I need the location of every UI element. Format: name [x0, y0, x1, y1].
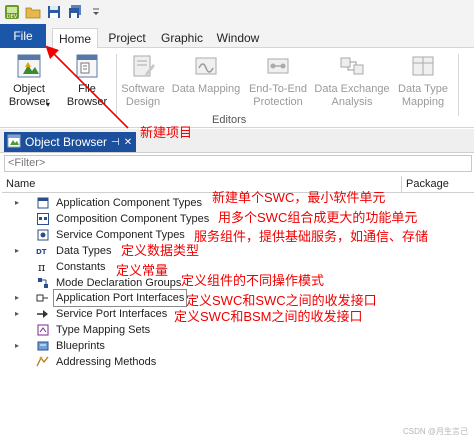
save-all-icon[interactable] — [67, 4, 83, 20]
tab-file[interactable]: File — [0, 24, 46, 48]
tree-item-label: Data Types — [56, 244, 112, 257]
customize-dropdown-icon[interactable] — [88, 4, 104, 20]
tree-item-label: Type Mapping Sets — [56, 324, 151, 337]
app-logo-icon: DEV — [4, 4, 20, 20]
annotation-modes: 定义组件的不同操作模式 — [181, 273, 325, 288]
annotation-swc: 新建单个SWC，最小软件单元 — [212, 190, 386, 205]
expand-arrow-icon[interactable]: ▸ — [15, 338, 19, 354]
tree-item-label: Composition Component Types — [56, 212, 210, 225]
object-browser-panel-icon — [7, 134, 21, 151]
tree-item-label: Service Component Types — [56, 228, 185, 241]
quick-access-toolbar: DEV — [0, 0, 474, 24]
watermark: CSDN @月生言己 — [402, 427, 468, 436]
annotation-app-ports: 定义SWC和SWC之间的收发接口 — [186, 293, 377, 308]
software-design-label: Software Design — [121, 83, 165, 108]
tree-item-label: Blueprints — [56, 340, 105, 353]
data-mapping-label: Data Mapping — [171, 83, 241, 95]
tab-graphic[interactable]: Graphic — [158, 28, 206, 48]
service-port-icon — [36, 308, 49, 320]
annotation-data-types: 定义数据类型 — [121, 243, 200, 258]
close-icon[interactable]: ✕ — [124, 137, 132, 148]
svg-text:DEV: DEV — [7, 14, 18, 20]
annotation-service-ports: 定义SWC和BSM之间的收发接口 — [174, 309, 363, 324]
data-exchange-analysis-button[interactable]: Data Exchange Analysis — [314, 52, 390, 109]
filter-input[interactable]: <Filter> — [4, 155, 472, 172]
ribbon-separator — [116, 54, 117, 116]
data-type-mapping-button[interactable]: Data Type Mapping — [394, 52, 452, 109]
pin-icon[interactable]: ⊣ — [111, 137, 120, 148]
tree-item[interactable]: Addressing Methods — [0, 354, 474, 370]
open-folder-icon[interactable] — [25, 4, 41, 20]
app-component-icon — [36, 197, 49, 209]
ribbon-home: Object Browser ▾ File Browser Software D… — [0, 48, 474, 128]
expand-arrow-icon[interactable]: ▸ — [15, 290, 19, 306]
object-browser-panel-tab[interactable]: Object Browser ⊣ ✕ — [4, 132, 136, 152]
mode-group-icon — [36, 277, 49, 289]
object-browser-icon — [15, 52, 43, 80]
file-browser-label: File Browser — [66, 83, 108, 108]
end-to-end-protection-button[interactable]: End-To-End Protection — [247, 52, 309, 109]
data-mapping-button[interactable]: Data Mapping — [171, 52, 241, 96]
tree-item-label: Constants — [56, 260, 106, 273]
software-design-button[interactable]: Software Design — [120, 52, 166, 109]
addressing-icon — [36, 356, 49, 368]
blueprint-icon — [36, 340, 49, 352]
service-component-icon — [36, 229, 49, 241]
tree-item[interactable]: Type Mapping Sets — [0, 322, 474, 338]
tab-home[interactable]: Home — [52, 28, 98, 49]
composition-icon — [36, 212, 49, 225]
data-type-mapping-icon — [409, 52, 437, 80]
expand-arrow-icon[interactable]: ▸ — [15, 243, 19, 259]
data-mapping-icon — [192, 52, 220, 80]
annotation-constants: 定义常量 — [116, 263, 169, 278]
object-browser-panel-header: Object Browser ⊣ ✕ — [0, 129, 474, 153]
svg-text:DT: DT — [36, 248, 47, 256]
expand-arrow-icon[interactable]: ▸ — [15, 306, 19, 322]
data-types-icon: DT — [36, 245, 49, 257]
column-name-header[interactable]: Name — [6, 178, 35, 190]
svg-text:π: π — [38, 261, 45, 273]
object-browser-dropdown-icon[interactable]: ▾ — [46, 98, 50, 111]
ribbon-tabs: File Home Project Graphic Window — [0, 24, 474, 49]
save-icon[interactable] — [46, 4, 62, 20]
tree-item-label: Application Port Interfaces — [52, 289, 188, 308]
data-type-mapping-label: Data Type Mapping — [398, 83, 448, 108]
tree-item[interactable]: ▸ Blueprints — [0, 338, 474, 354]
file-browser-icon — [73, 52, 101, 80]
tree-item-label: Service Port Interfaces — [56, 308, 168, 321]
annotation-composition: 用多个SWC组合成更大的功能单元 — [218, 210, 418, 225]
software-design-icon — [129, 52, 157, 80]
pi-constant-icon: π — [36, 261, 49, 273]
column-package-header[interactable]: Package — [401, 176, 449, 193]
expand-arrow-icon[interactable]: ▸ — [15, 195, 19, 211]
end-to-end-icon — [264, 52, 292, 80]
tree-item[interactable]: ▸ DT Data Types — [0, 243, 474, 259]
data-exchange-label: Data Exchange Analysis — [314, 83, 390, 108]
end-to-end-label: End-To-End Protection — [248, 83, 308, 108]
ribbon-separator — [458, 54, 459, 116]
ribbon-group-editors-label: Editors — [212, 114, 247, 126]
port-interface-icon — [36, 292, 49, 304]
annotation-service: 服务组件，提供基础服务，如通信、存储 — [194, 229, 429, 244]
data-exchange-icon — [338, 52, 366, 80]
tab-window[interactable]: Window — [214, 28, 262, 48]
tree-item-label: Addressing Methods — [56, 356, 157, 368]
annotation-new-project: 新建项目 — [140, 125, 193, 140]
object-browser-button[interactable]: Object Browser ▾ — [4, 52, 54, 109]
tab-project[interactable]: Project — [104, 28, 150, 48]
tree-item-label: Application Component Types — [56, 197, 202, 209]
panel-title: Object Browser — [25, 135, 108, 149]
file-browser-button[interactable]: File Browser — [62, 52, 112, 109]
type-mapping-icon — [36, 324, 49, 336]
